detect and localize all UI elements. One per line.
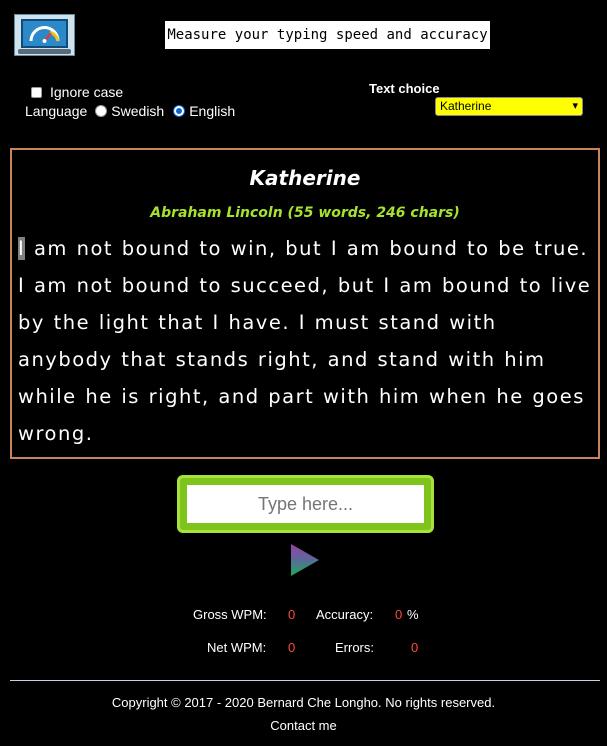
speedometer-laptop-icon <box>21 19 68 48</box>
contact-link[interactable]: Contact me <box>0 718 607 733</box>
footer-divider <box>10 680 600 681</box>
quote-panel: Katherine Abraham Lincoln (55 words, 246… <box>10 148 600 459</box>
quote-title: Katherine <box>249 166 361 190</box>
gross-wpm-label: Gross WPM: <box>193 607 267 622</box>
chevron-down-icon: ▾ <box>572 100 578 112</box>
app-logo <box>14 14 75 56</box>
text-choice-select[interactable]: Katherine ▾ <box>435 97 583 116</box>
net-wpm-label: Net WPM: <box>207 640 267 655</box>
typing-input-frame: Type here... <box>177 475 434 533</box>
errors-label: Errors: <box>335 640 374 655</box>
page-banner: Measure your typing speed and accuracy <box>165 21 490 49</box>
swedish-label: Swedish <box>111 103 165 119</box>
play-triangle-icon[interactable] <box>289 543 321 577</box>
accuracy-unit: % <box>407 607 419 622</box>
net-wpm-value: 0 <box>288 640 296 655</box>
errors-value: 0 <box>411 640 419 655</box>
gross-wpm-value: 0 <box>288 607 296 622</box>
laptop-base <box>18 49 71 54</box>
copyright-text: Copyright © 2017 - 2020 Bernard Che Long… <box>111 695 496 710</box>
ignore-case-label: Ignore case <box>50 84 124 100</box>
text-choice-selected: Katherine <box>440 99 492 113</box>
text-choice-label: Text choice <box>369 81 440 96</box>
language-option-row: Language Swedish English <box>25 103 235 119</box>
english-label: English <box>189 103 236 119</box>
accuracy-label: Accuracy: <box>316 607 374 622</box>
ignore-case-option[interactable]: Ignore case <box>31 84 123 100</box>
typing-input[interactable]: Type here... <box>187 485 424 523</box>
quote-author: Abraham Lincoln (55 words, 246 chars) <box>150 205 460 221</box>
ignore-case-checkbox[interactable] <box>31 86 42 98</box>
language-label: Language <box>25 103 88 119</box>
accuracy-value: 0 <box>395 607 403 622</box>
swedish-radio[interactable] <box>95 105 108 117</box>
quote-body: am not bound to win, but I am bound to b… <box>18 237 592 445</box>
english-radio[interactable] <box>173 105 186 117</box>
quote-text: I am not bound to win, but I am bound to… <box>18 230 596 452</box>
